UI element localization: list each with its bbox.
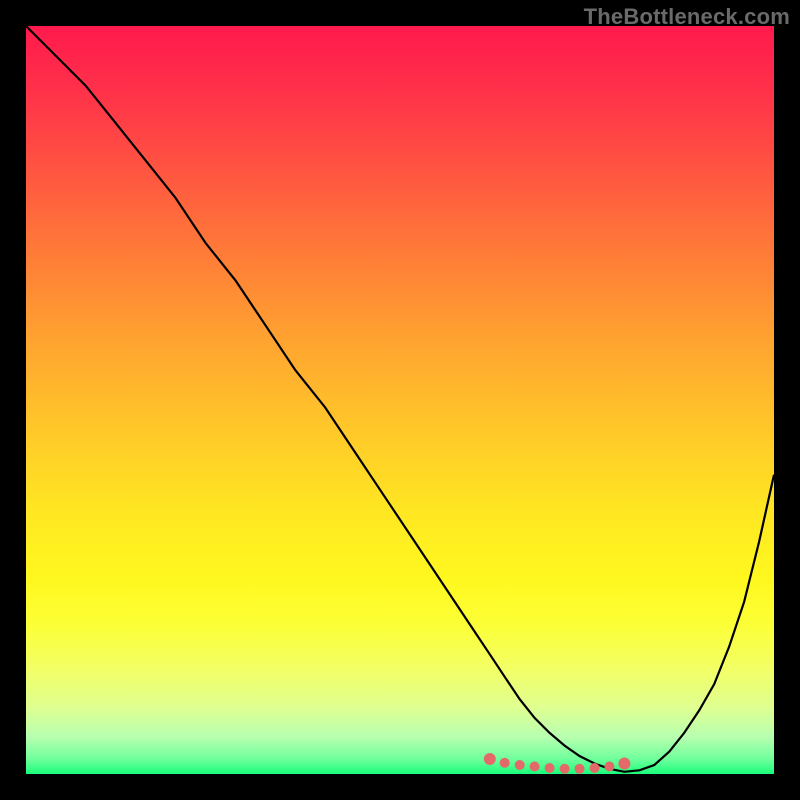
chart-plot-area [26,26,774,774]
chart-frame: TheBottleneck.com [0,0,800,800]
watermark-label: TheBottleneck.com [584,4,790,30]
optimal-range-dots [26,26,774,774]
